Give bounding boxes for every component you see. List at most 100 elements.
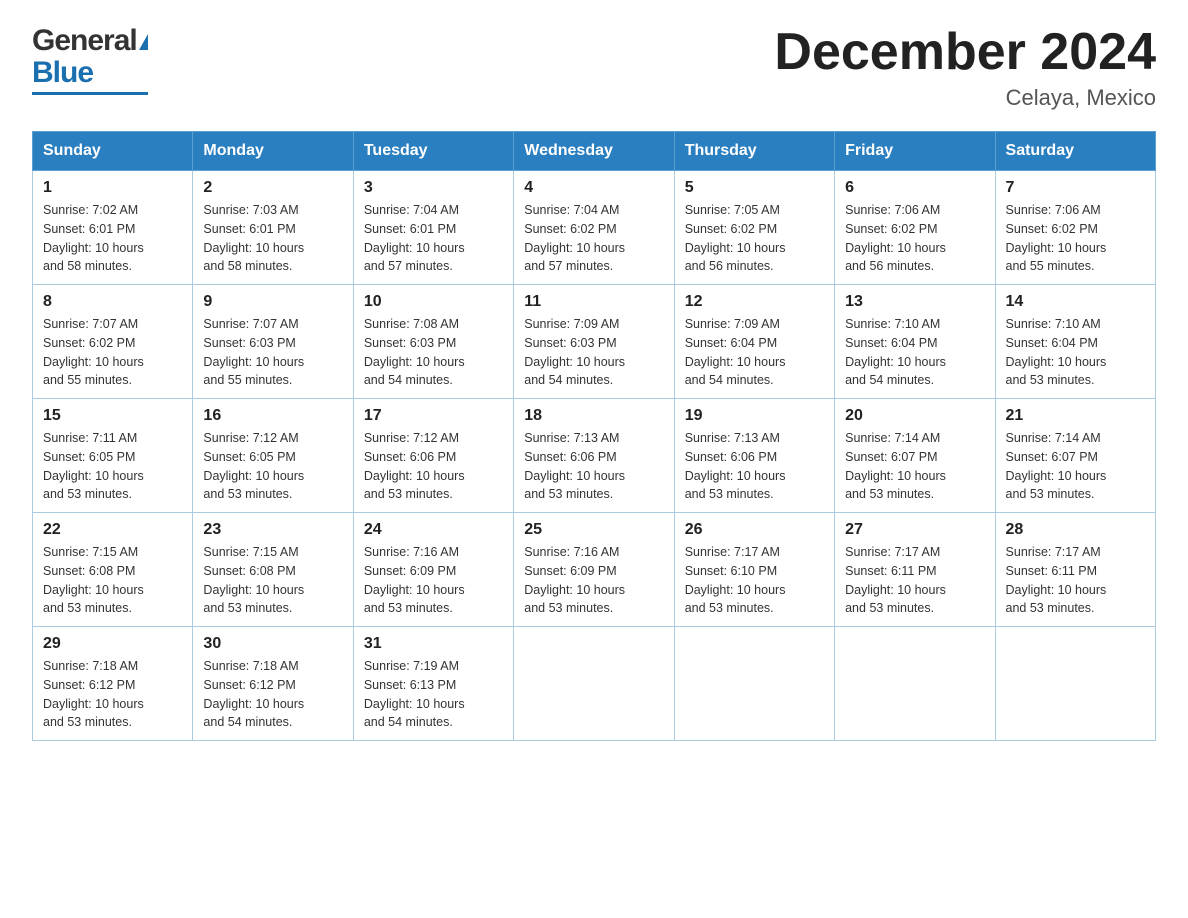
day-number: 16 [203,407,342,425]
calendar-cell: 5 Sunrise: 7:05 AMSunset: 6:02 PMDayligh… [674,171,834,285]
day-info: Sunrise: 7:04 AMSunset: 6:01 PMDaylight:… [364,201,503,276]
calendar-cell: 1 Sunrise: 7:02 AMSunset: 6:01 PMDayligh… [33,171,193,285]
calendar-cell: 31 Sunrise: 7:19 AMSunset: 6:13 PMDaylig… [353,627,513,741]
day-info: Sunrise: 7:10 AMSunset: 6:04 PMDaylight:… [1006,315,1145,390]
day-number: 8 [43,293,182,311]
day-info: Sunrise: 7:16 AMSunset: 6:09 PMDaylight:… [364,543,503,618]
day-number: 21 [1006,407,1145,425]
day-info: Sunrise: 7:04 AMSunset: 6:02 PMDaylight:… [524,201,663,276]
day-info: Sunrise: 7:16 AMSunset: 6:09 PMDaylight:… [524,543,663,618]
page-header: General Blue December 2024 Celaya, Mexic… [32,24,1156,111]
day-number: 14 [1006,293,1145,311]
day-number: 28 [1006,521,1145,539]
day-number: 4 [524,179,663,197]
day-number: 10 [364,293,503,311]
day-info: Sunrise: 7:12 AMSunset: 6:05 PMDaylight:… [203,429,342,504]
calendar-cell: 7 Sunrise: 7:06 AMSunset: 6:02 PMDayligh… [995,171,1155,285]
logo-general-text: General [32,24,137,58]
day-number: 11 [524,293,663,311]
weekday-header-wednesday: Wednesday [514,132,674,171]
day-number: 18 [524,407,663,425]
day-number: 17 [364,407,503,425]
day-number: 2 [203,179,342,197]
calendar-cell: 21 Sunrise: 7:14 AMSunset: 6:07 PMDaylig… [995,399,1155,513]
day-info: Sunrise: 7:13 AMSunset: 6:06 PMDaylight:… [524,429,663,504]
calendar-cell: 13 Sunrise: 7:10 AMSunset: 6:04 PMDaylig… [835,285,995,399]
calendar-week-row: 22 Sunrise: 7:15 AMSunset: 6:08 PMDaylig… [33,513,1156,627]
day-info: Sunrise: 7:18 AMSunset: 6:12 PMDaylight:… [43,657,182,732]
day-info: Sunrise: 7:15 AMSunset: 6:08 PMDaylight:… [203,543,342,618]
calendar-week-row: 8 Sunrise: 7:07 AMSunset: 6:02 PMDayligh… [33,285,1156,399]
calendar-cell: 11 Sunrise: 7:09 AMSunset: 6:03 PMDaylig… [514,285,674,399]
calendar-cell: 30 Sunrise: 7:18 AMSunset: 6:12 PMDaylig… [193,627,353,741]
day-info: Sunrise: 7:13 AMSunset: 6:06 PMDaylight:… [685,429,824,504]
day-info: Sunrise: 7:06 AMSunset: 6:02 PMDaylight:… [845,201,984,276]
calendar-cell: 2 Sunrise: 7:03 AMSunset: 6:01 PMDayligh… [193,171,353,285]
day-info: Sunrise: 7:03 AMSunset: 6:01 PMDaylight:… [203,201,342,276]
logo-triangle-icon [139,34,148,50]
calendar-cell [674,627,834,741]
calendar-cell: 29 Sunrise: 7:18 AMSunset: 6:12 PMDaylig… [33,627,193,741]
day-info: Sunrise: 7:08 AMSunset: 6:03 PMDaylight:… [364,315,503,390]
calendar-week-row: 1 Sunrise: 7:02 AMSunset: 6:01 PMDayligh… [33,171,1156,285]
calendar-cell: 25 Sunrise: 7:16 AMSunset: 6:09 PMDaylig… [514,513,674,627]
day-number: 19 [685,407,824,425]
calendar-cell: 16 Sunrise: 7:12 AMSunset: 6:05 PMDaylig… [193,399,353,513]
weekday-header-monday: Monday [193,132,353,171]
day-number: 31 [364,635,503,653]
day-number: 27 [845,521,984,539]
calendar-cell [835,627,995,741]
day-number: 26 [685,521,824,539]
calendar-cell [995,627,1155,741]
day-number: 30 [203,635,342,653]
day-info: Sunrise: 7:12 AMSunset: 6:06 PMDaylight:… [364,429,503,504]
day-info: Sunrise: 7:19 AMSunset: 6:13 PMDaylight:… [364,657,503,732]
day-number: 7 [1006,179,1145,197]
day-info: Sunrise: 7:09 AMSunset: 6:03 PMDaylight:… [524,315,663,390]
calendar-cell: 20 Sunrise: 7:14 AMSunset: 6:07 PMDaylig… [835,399,995,513]
weekday-header-saturday: Saturday [995,132,1155,171]
calendar-cell: 15 Sunrise: 7:11 AMSunset: 6:05 PMDaylig… [33,399,193,513]
day-info: Sunrise: 7:07 AMSunset: 6:03 PMDaylight:… [203,315,342,390]
day-info: Sunrise: 7:17 AMSunset: 6:11 PMDaylight:… [845,543,984,618]
day-info: Sunrise: 7:02 AMSunset: 6:01 PMDaylight:… [43,201,182,276]
day-number: 1 [43,179,182,197]
calendar-cell: 9 Sunrise: 7:07 AMSunset: 6:03 PMDayligh… [193,285,353,399]
day-info: Sunrise: 7:11 AMSunset: 6:05 PMDaylight:… [43,429,182,504]
location-text: Celaya, Mexico [774,85,1156,111]
calendar-table: SundayMondayTuesdayWednesdayThursdayFrid… [32,131,1156,741]
weekday-header-row: SundayMondayTuesdayWednesdayThursdayFrid… [33,132,1156,171]
calendar-cell: 3 Sunrise: 7:04 AMSunset: 6:01 PMDayligh… [353,171,513,285]
day-info: Sunrise: 7:07 AMSunset: 6:02 PMDaylight:… [43,315,182,390]
day-number: 25 [524,521,663,539]
day-number: 3 [364,179,503,197]
day-info: Sunrise: 7:17 AMSunset: 6:11 PMDaylight:… [1006,543,1145,618]
weekday-header-sunday: Sunday [33,132,193,171]
day-info: Sunrise: 7:15 AMSunset: 6:08 PMDaylight:… [43,543,182,618]
day-info: Sunrise: 7:17 AMSunset: 6:10 PMDaylight:… [685,543,824,618]
month-title: December 2024 [774,24,1156,81]
day-info: Sunrise: 7:18 AMSunset: 6:12 PMDaylight:… [203,657,342,732]
day-info: Sunrise: 7:14 AMSunset: 6:07 PMDaylight:… [1006,429,1145,504]
weekday-header-thursday: Thursday [674,132,834,171]
calendar-cell: 14 Sunrise: 7:10 AMSunset: 6:04 PMDaylig… [995,285,1155,399]
logo: General Blue [32,24,148,95]
calendar-cell: 12 Sunrise: 7:09 AMSunset: 6:04 PMDaylig… [674,285,834,399]
calendar-cell: 18 Sunrise: 7:13 AMSunset: 6:06 PMDaylig… [514,399,674,513]
day-number: 29 [43,635,182,653]
title-block: December 2024 Celaya, Mexico [774,24,1156,111]
calendar-cell: 23 Sunrise: 7:15 AMSunset: 6:08 PMDaylig… [193,513,353,627]
calendar-cell: 26 Sunrise: 7:17 AMSunset: 6:10 PMDaylig… [674,513,834,627]
day-number: 6 [845,179,984,197]
day-number: 23 [203,521,342,539]
day-info: Sunrise: 7:09 AMSunset: 6:04 PMDaylight:… [685,315,824,390]
calendar-cell: 17 Sunrise: 7:12 AMSunset: 6:06 PMDaylig… [353,399,513,513]
calendar-cell: 24 Sunrise: 7:16 AMSunset: 6:09 PMDaylig… [353,513,513,627]
calendar-cell: 28 Sunrise: 7:17 AMSunset: 6:11 PMDaylig… [995,513,1155,627]
weekday-header-tuesday: Tuesday [353,132,513,171]
calendar-cell: 27 Sunrise: 7:17 AMSunset: 6:11 PMDaylig… [835,513,995,627]
calendar-cell: 6 Sunrise: 7:06 AMSunset: 6:02 PMDayligh… [835,171,995,285]
calendar-week-row: 15 Sunrise: 7:11 AMSunset: 6:05 PMDaylig… [33,399,1156,513]
day-info: Sunrise: 7:05 AMSunset: 6:02 PMDaylight:… [685,201,824,276]
logo-underline [32,92,148,95]
